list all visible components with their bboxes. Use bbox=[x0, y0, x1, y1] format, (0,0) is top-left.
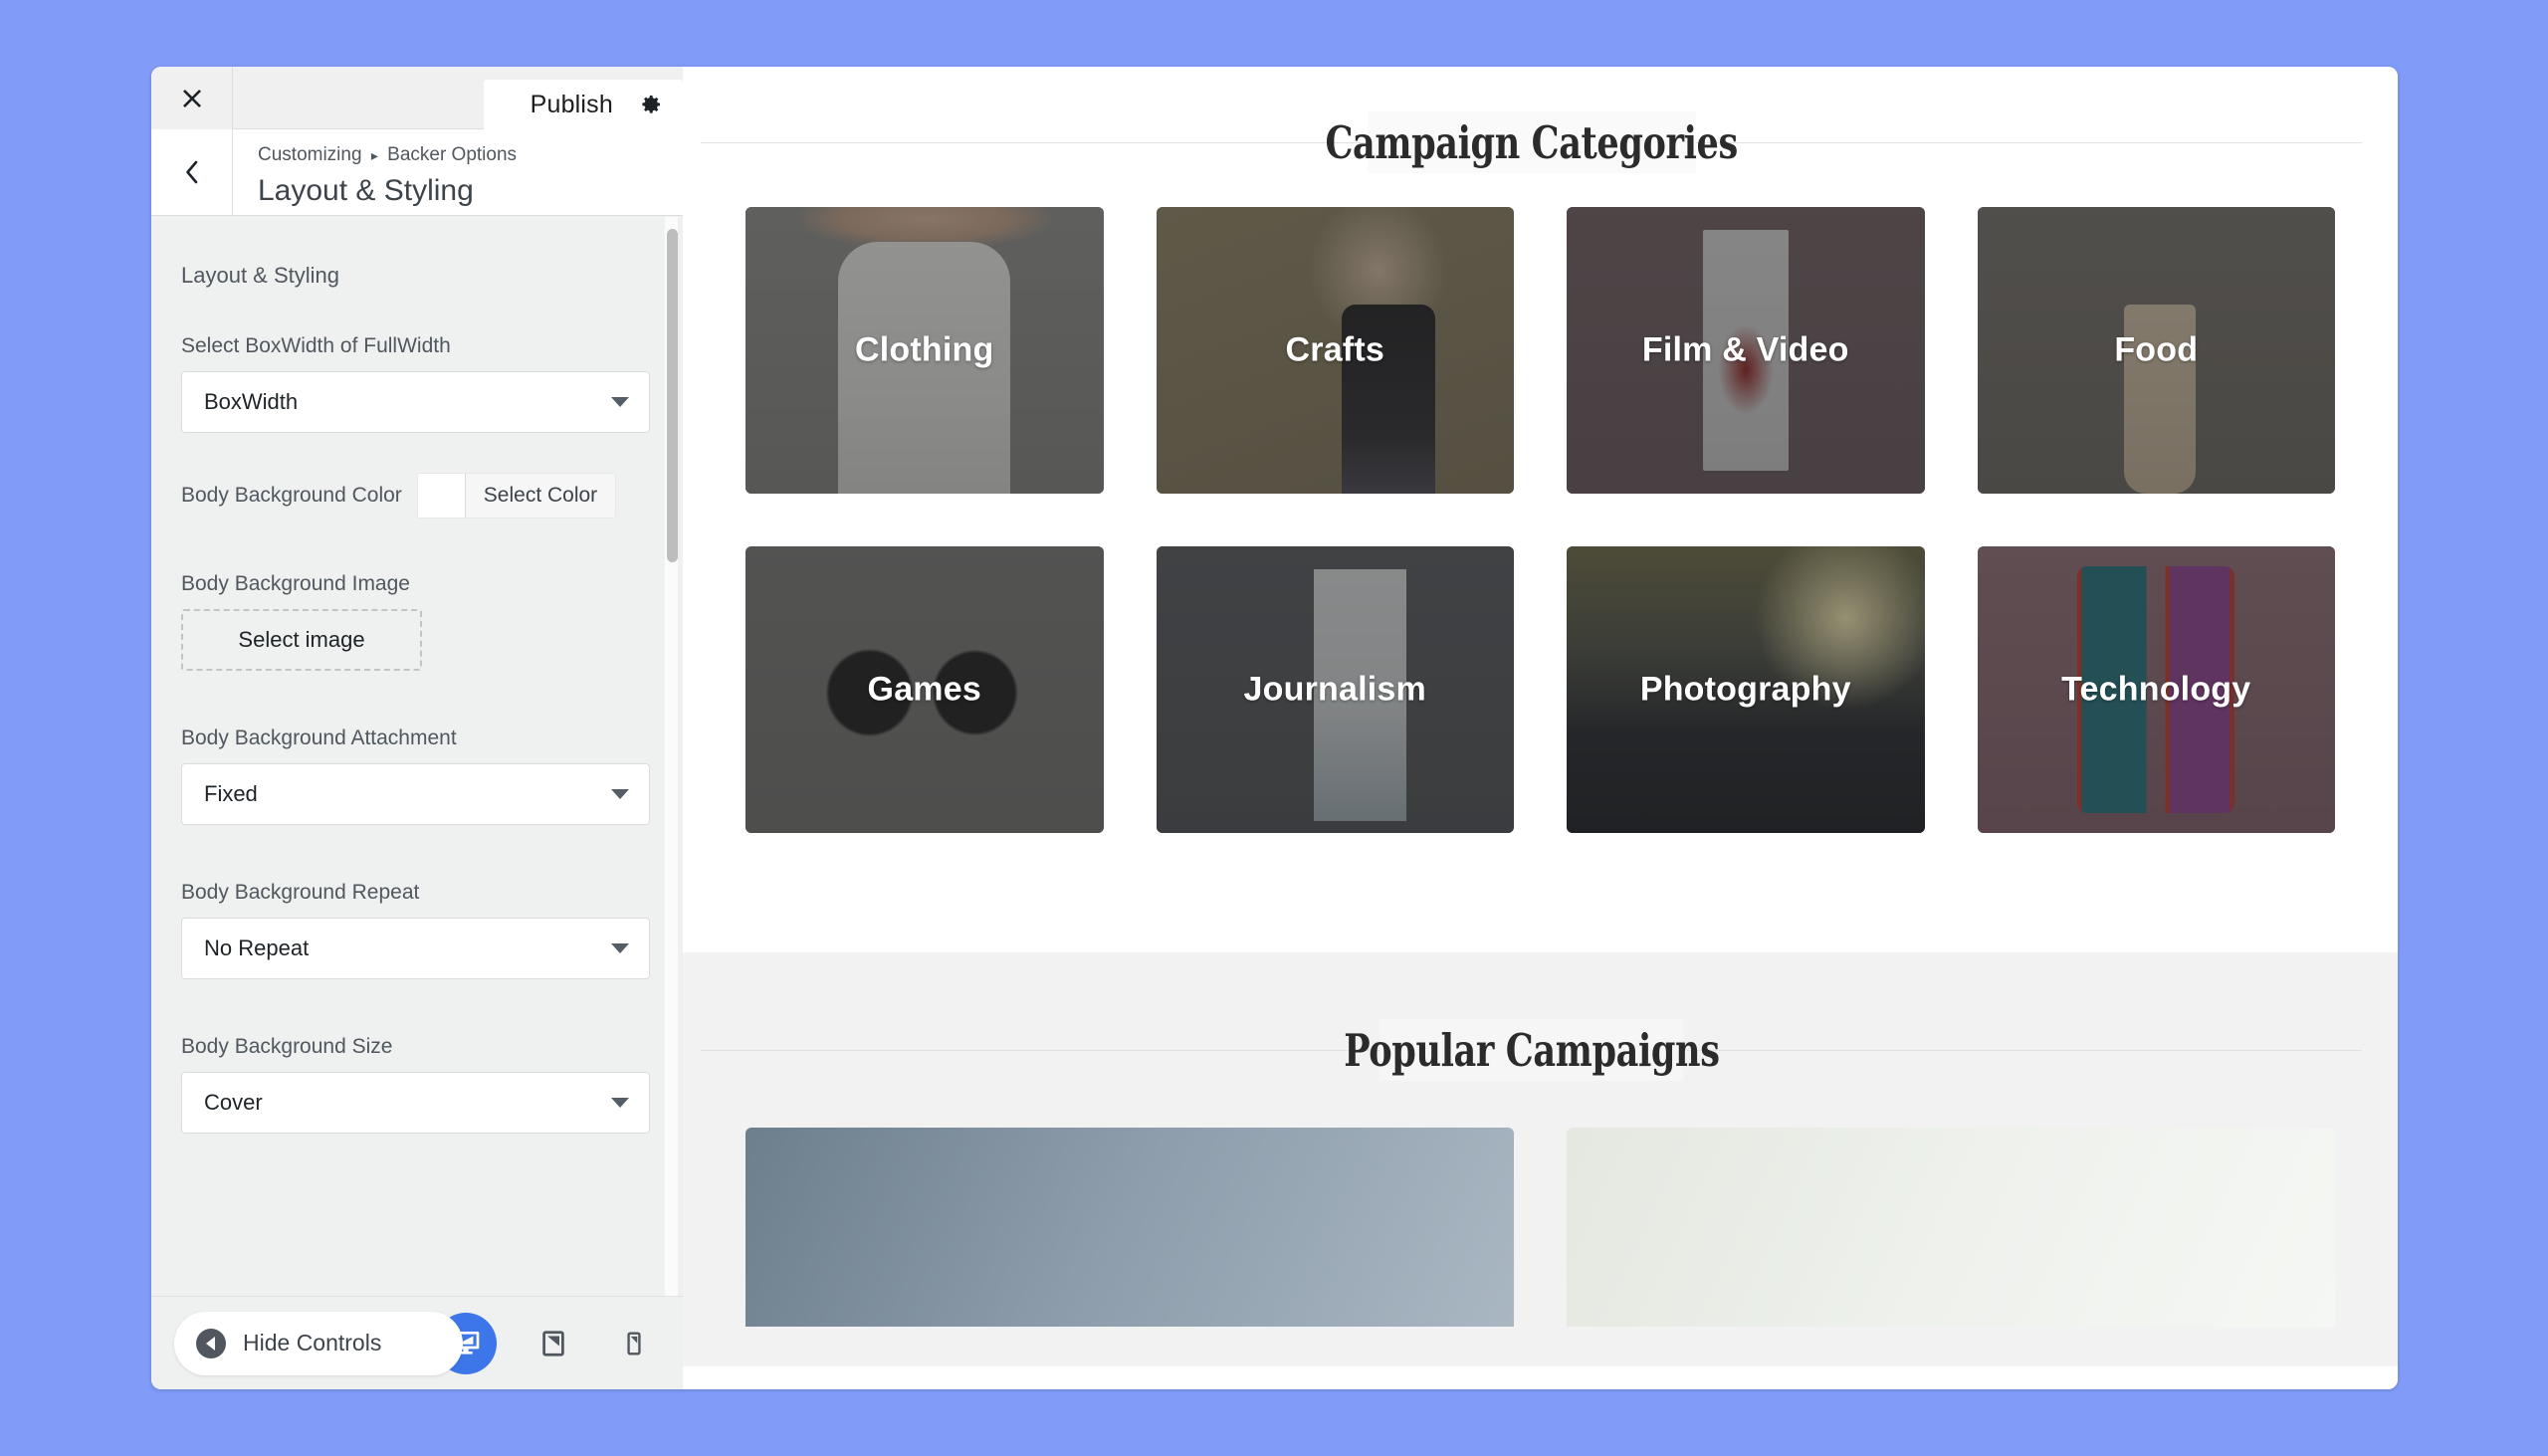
campaign-card-2[interactable] bbox=[1567, 1128, 2335, 1327]
background-repeat-value: No Repeat bbox=[204, 936, 310, 960]
section-title-block: Customizing ▸ Backer Options Layout & St… bbox=[233, 129, 517, 215]
caret-left-circle-icon bbox=[196, 1328, 226, 1358]
category-title: Journalism bbox=[1243, 670, 1426, 709]
gear-icon[interactable] bbox=[639, 93, 663, 116]
hide-controls-label: Hide Controls bbox=[243, 1330, 382, 1355]
close-customizer-button[interactable] bbox=[151, 67, 233, 129]
control-boxwidth: Select BoxWidth of FullWidth BoxWidth bbox=[181, 334, 653, 433]
control-label: Body Background Color bbox=[181, 484, 402, 507]
customizer-footer: Hide Controls bbox=[151, 1296, 683, 1389]
color-swatch bbox=[417, 474, 466, 518]
category-title: Photography bbox=[1639, 670, 1851, 709]
control-body-background-color: Body Background Color Select Color bbox=[181, 473, 653, 519]
page-title: Layout & Styling bbox=[258, 173, 474, 207]
category-title: Games bbox=[867, 670, 981, 709]
popular-campaigns-section: Popular Campaigns bbox=[683, 952, 2398, 1366]
back-button[interactable] bbox=[151, 129, 233, 215]
publish-button[interactable]: Publish bbox=[531, 91, 613, 119]
boxwidth-select-value: BoxWidth bbox=[204, 389, 299, 414]
category-title: Technology bbox=[2061, 670, 2251, 709]
popular-campaign-grid bbox=[683, 1093, 2398, 1327]
select-image-label: Select image bbox=[238, 627, 365, 652]
background-attachment-value: Fixed bbox=[204, 781, 258, 806]
category-title: Clothing bbox=[855, 330, 994, 369]
device-tablet-button[interactable] bbox=[530, 1320, 577, 1367]
control-label: Select BoxWidth of FullWidth bbox=[181, 334, 451, 357]
background-size-select[interactable]: Cover bbox=[181, 1072, 650, 1134]
category-card-clothing[interactable]: Clothing bbox=[745, 207, 1104, 494]
chevron-down-icon bbox=[611, 789, 629, 799]
control-label: Body Background Repeat bbox=[181, 881, 420, 904]
customizer-window: Campaign Categories Clothing Crafts Film… bbox=[151, 67, 2398, 1389]
select-image-button[interactable]: Select image bbox=[181, 609, 422, 671]
category-title: Food bbox=[2114, 330, 2199, 369]
mobile-icon bbox=[627, 1332, 641, 1354]
customizer-topbar: Publish bbox=[151, 67, 683, 129]
chevron-down-icon bbox=[611, 397, 629, 407]
background-size-value: Cover bbox=[204, 1090, 263, 1115]
campaign-categories-heading-wrap: Campaign Categories bbox=[701, 100, 2362, 185]
panel-heading: Layout & Styling bbox=[181, 263, 339, 288]
control-label: Body Background Size bbox=[181, 1035, 393, 1058]
customizer-scrollbar-thumb[interactable] bbox=[667, 229, 678, 562]
customizer-controls-scroll[interactable]: Layout & Styling Select BoxWidth of Full… bbox=[151, 217, 683, 1296]
category-title: Crafts bbox=[1285, 330, 1384, 369]
control-body-background-size: Body Background Size Cover bbox=[181, 1035, 653, 1134]
campaign-categories-section: Campaign Categories Clothing Crafts Film… bbox=[683, 67, 2398, 952]
customizer-section-header: Customizing ▸ Backer Options Layout & St… bbox=[151, 129, 683, 216]
popular-campaigns-heading-wrap: Popular Campaigns bbox=[701, 1007, 2362, 1093]
tablet-icon bbox=[542, 1330, 564, 1356]
category-card-film-video[interactable]: Film & Video bbox=[1567, 207, 1925, 494]
category-card-food[interactable]: Food bbox=[1977, 207, 2335, 494]
preview-scroll-content: Campaign Categories Clothing Crafts Film… bbox=[683, 67, 2398, 1366]
background-attachment-select[interactable]: Fixed bbox=[181, 763, 650, 825]
publish-bar: Publish bbox=[484, 80, 683, 129]
category-card-crafts[interactable]: Crafts bbox=[1156, 207, 1514, 494]
customizer-panel: Publish Customizing ▸ Backer Options Lay… bbox=[151, 67, 683, 1389]
chevron-down-icon bbox=[611, 943, 629, 953]
category-card-technology[interactable]: Technology bbox=[1977, 546, 2335, 833]
control-body-background-repeat: Body Background Repeat No Repeat bbox=[181, 881, 653, 979]
control-label: Body Background Image bbox=[181, 572, 410, 595]
breadcrumb-root: Customizing bbox=[258, 144, 362, 165]
device-mobile-button[interactable] bbox=[610, 1320, 658, 1367]
category-card-games[interactable]: Games bbox=[745, 546, 1104, 833]
category-card-journalism[interactable]: Journalism bbox=[1156, 546, 1514, 833]
control-body-background-attachment: Body Background Attachment Fixed bbox=[181, 727, 653, 825]
category-card-photography[interactable]: Photography bbox=[1567, 546, 1925, 833]
hide-controls-button[interactable]: Hide Controls bbox=[174, 1311, 463, 1375]
breadcrumb-parent: Backer Options bbox=[387, 144, 518, 165]
category-card-grid: Clothing Crafts Film & Video Food Games … bbox=[683, 185, 2398, 833]
boxwidth-select[interactable]: BoxWidth bbox=[181, 371, 650, 433]
close-icon bbox=[182, 89, 201, 107]
customizer-scrollbar-track[interactable] bbox=[664, 217, 678, 1296]
campaign-card-1[interactable] bbox=[745, 1128, 1514, 1327]
breadcrumb: Customizing ▸ Backer Options bbox=[258, 141, 517, 170]
background-repeat-select[interactable]: No Repeat bbox=[181, 918, 650, 979]
breadcrumb-separator-icon: ▸ bbox=[370, 147, 378, 163]
category-title: Film & Video bbox=[1641, 330, 1849, 369]
chevron-left-icon bbox=[185, 160, 197, 184]
control-body-background-image: Body Background Image Select image bbox=[181, 572, 653, 671]
select-color-button[interactable]: Select Color bbox=[416, 473, 617, 519]
campaign-categories-heading: Campaign Categories bbox=[1325, 115, 1738, 169]
customizer-controls-list: Layout & Styling Select BoxWidth of Full… bbox=[151, 217, 683, 1193]
device-preview-switcher bbox=[435, 1312, 658, 1374]
popular-campaigns-heading: Popular Campaigns bbox=[1343, 1023, 1720, 1077]
chevron-down-icon bbox=[611, 1098, 629, 1108]
select-color-label: Select Color bbox=[465, 474, 616, 518]
control-label: Body Background Attachment bbox=[181, 727, 457, 749]
site-preview-frame[interactable]: Campaign Categories Clothing Crafts Film… bbox=[683, 67, 2398, 1389]
